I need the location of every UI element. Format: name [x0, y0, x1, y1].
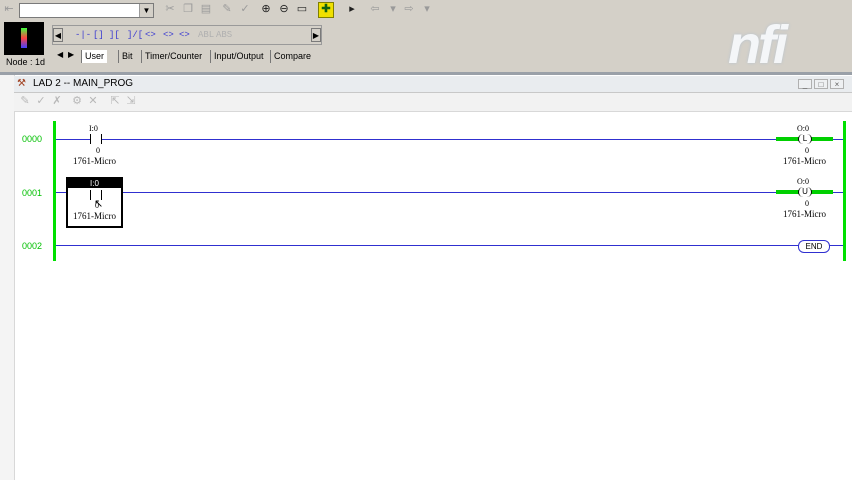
accept-edit-icon[interactable]: ✓ [238, 3, 252, 15]
play-icon[interactable]: ▸ [345, 3, 359, 15]
node-status-thumbnail [4, 22, 44, 55]
coil-type: U [802, 187, 808, 196]
right-power-rail [843, 121, 846, 261]
back-dropdown-icon[interactable]: ▾ [386, 3, 400, 15]
rung-wire [56, 192, 843, 193]
ladder-edit-toolbar: ✎ ✓ ✗ ⚙ ✕ ⇱ ⇲ [14, 93, 852, 112]
coil-description: 1761-Micro [783, 156, 826, 166]
back-icon[interactable]: ⇦ [368, 3, 382, 15]
contact-address: I:0 [68, 179, 121, 188]
instruction-combo[interactable]: ▼ [19, 3, 154, 18]
coil-bit: 0 [805, 199, 809, 208]
test-edits-icon[interactable]: ⚙ [70, 95, 84, 107]
scroll-left-icon[interactable]: ⇤ [2, 3, 16, 15]
left-panel-gutter [0, 75, 15, 480]
coil-bit: 0 [805, 146, 809, 155]
rung-wire [56, 139, 843, 140]
rung-number[interactable]: 0002 [22, 241, 42, 251]
maximize-button[interactable]: □ [814, 79, 828, 89]
instruction-button[interactable]: <> [145, 30, 156, 40]
close-button[interactable]: × [830, 79, 844, 89]
tab-scroll-right-icon[interactable]: ▶ [68, 50, 74, 59]
ladder-file-icon: ⚒ [17, 78, 26, 89]
end-rung-marker: END [798, 240, 830, 253]
xic-contact[interactable] [90, 134, 102, 144]
contact-address: I:0 [89, 124, 98, 133]
edit-icon[interactable]: ✎ [220, 3, 234, 15]
nfi-logo: nfi [728, 15, 788, 75]
forward-icon[interactable]: ⇨ [402, 3, 416, 15]
node-label: Node : 1d [6, 57, 46, 67]
instruction-combo-value [20, 9, 22, 19]
left-power-rail [53, 121, 56, 261]
forward-dropdown-icon[interactable]: ▾ [420, 3, 434, 15]
coil-address: O:0 [797, 177, 809, 186]
divider [0, 72, 852, 75]
selected-instruction[interactable]: I:0 0 1761-Micro ↖ [66, 177, 123, 228]
contact-description: 1761-Micro [73, 156, 116, 166]
cancel-edits-icon[interactable]: ✗ [50, 95, 64, 107]
rung-number[interactable]: 0001 [22, 188, 42, 198]
palette-scroll-right-icon[interactable]: ▶ [311, 28, 321, 42]
instruction-button[interactable]: ][ [109, 30, 120, 40]
contact-bit: 0 [96, 146, 100, 155]
instruction-button[interactable]: [] [93, 30, 104, 40]
instruction-button[interactable]: ABS [216, 30, 232, 40]
tab-user[interactable]: User [81, 50, 108, 63]
copy-icon[interactable]: ❐ [181, 3, 195, 15]
minimize-button[interactable]: _ [798, 79, 812, 89]
tab-compare[interactable]: Compare [270, 50, 314, 63]
zoom-in-icon[interactable]: ⊕ [259, 3, 273, 15]
zoom-out-icon[interactable]: ⊖ [277, 3, 291, 15]
instruction-button[interactable]: <> [163, 30, 174, 40]
tab-scroll-left-icon[interactable]: ◀ [57, 50, 63, 59]
tab-timer-counter[interactable]: Timer/Counter [141, 50, 205, 63]
assemble-edits-icon[interactable]: ⇱ [108, 95, 122, 107]
coil-address: O:0 [797, 124, 809, 133]
window-title: LAD 2 -- MAIN_PROG [33, 78, 134, 89]
rung-wire [56, 245, 843, 246]
coil-description: 1761-Micro [783, 209, 826, 219]
untest-edits-icon[interactable]: ✕ [86, 95, 100, 107]
rung-number[interactable]: 0000 [22, 134, 42, 144]
add-rung-icon[interactable]: ✚ [318, 2, 334, 18]
unlatch-coil[interactable]: U [798, 187, 812, 197]
palette-scroll-left-icon[interactable]: ◀ [53, 28, 63, 42]
start-edit-icon[interactable]: ✎ [18, 95, 32, 107]
accept-edits-icon[interactable]: ✓ [34, 95, 48, 107]
paste-icon[interactable]: ▤ [199, 3, 213, 15]
tab-input-output[interactable]: Input/Output [210, 50, 267, 63]
ladder-window-titlebar[interactable]: ⚒ LAD 2 -- MAIN_PROG _ □ × [14, 76, 852, 93]
instruction-button[interactable]: ABL [198, 30, 214, 40]
node-status-icon [21, 28, 27, 48]
instruction-palette: ◀ -|- [] ][ ]/[ <> <> <> ABL ABS ▶ [52, 25, 322, 45]
cut-icon[interactable]: ✂ [163, 3, 177, 15]
mouse-cursor-icon: ↖ [94, 198, 104, 210]
cancel-all-icon[interactable]: ⇲ [124, 95, 138, 107]
latch-coil[interactable]: L [798, 134, 812, 144]
application-toolbar: ⇤ ▼ ✂ ❐ ▤ ✎ ✓ ⊕ ⊖ ▭ ✚ ▸ ⇦ ▾ ⇨ ▾ Node : 1… [0, 0, 852, 75]
xic-instruction-button[interactable]: -|- [75, 30, 91, 40]
instruction-button[interactable]: ]/[ [127, 30, 143, 40]
instruction-button[interactable]: <> [179, 30, 190, 40]
window-icon[interactable]: ▭ [295, 3, 309, 15]
coil-type: L [802, 134, 808, 143]
contact-description: 1761-Micro [73, 211, 116, 221]
tab-bit[interactable]: Bit [118, 50, 136, 63]
chevron-down-icon[interactable]: ▼ [139, 4, 153, 17]
